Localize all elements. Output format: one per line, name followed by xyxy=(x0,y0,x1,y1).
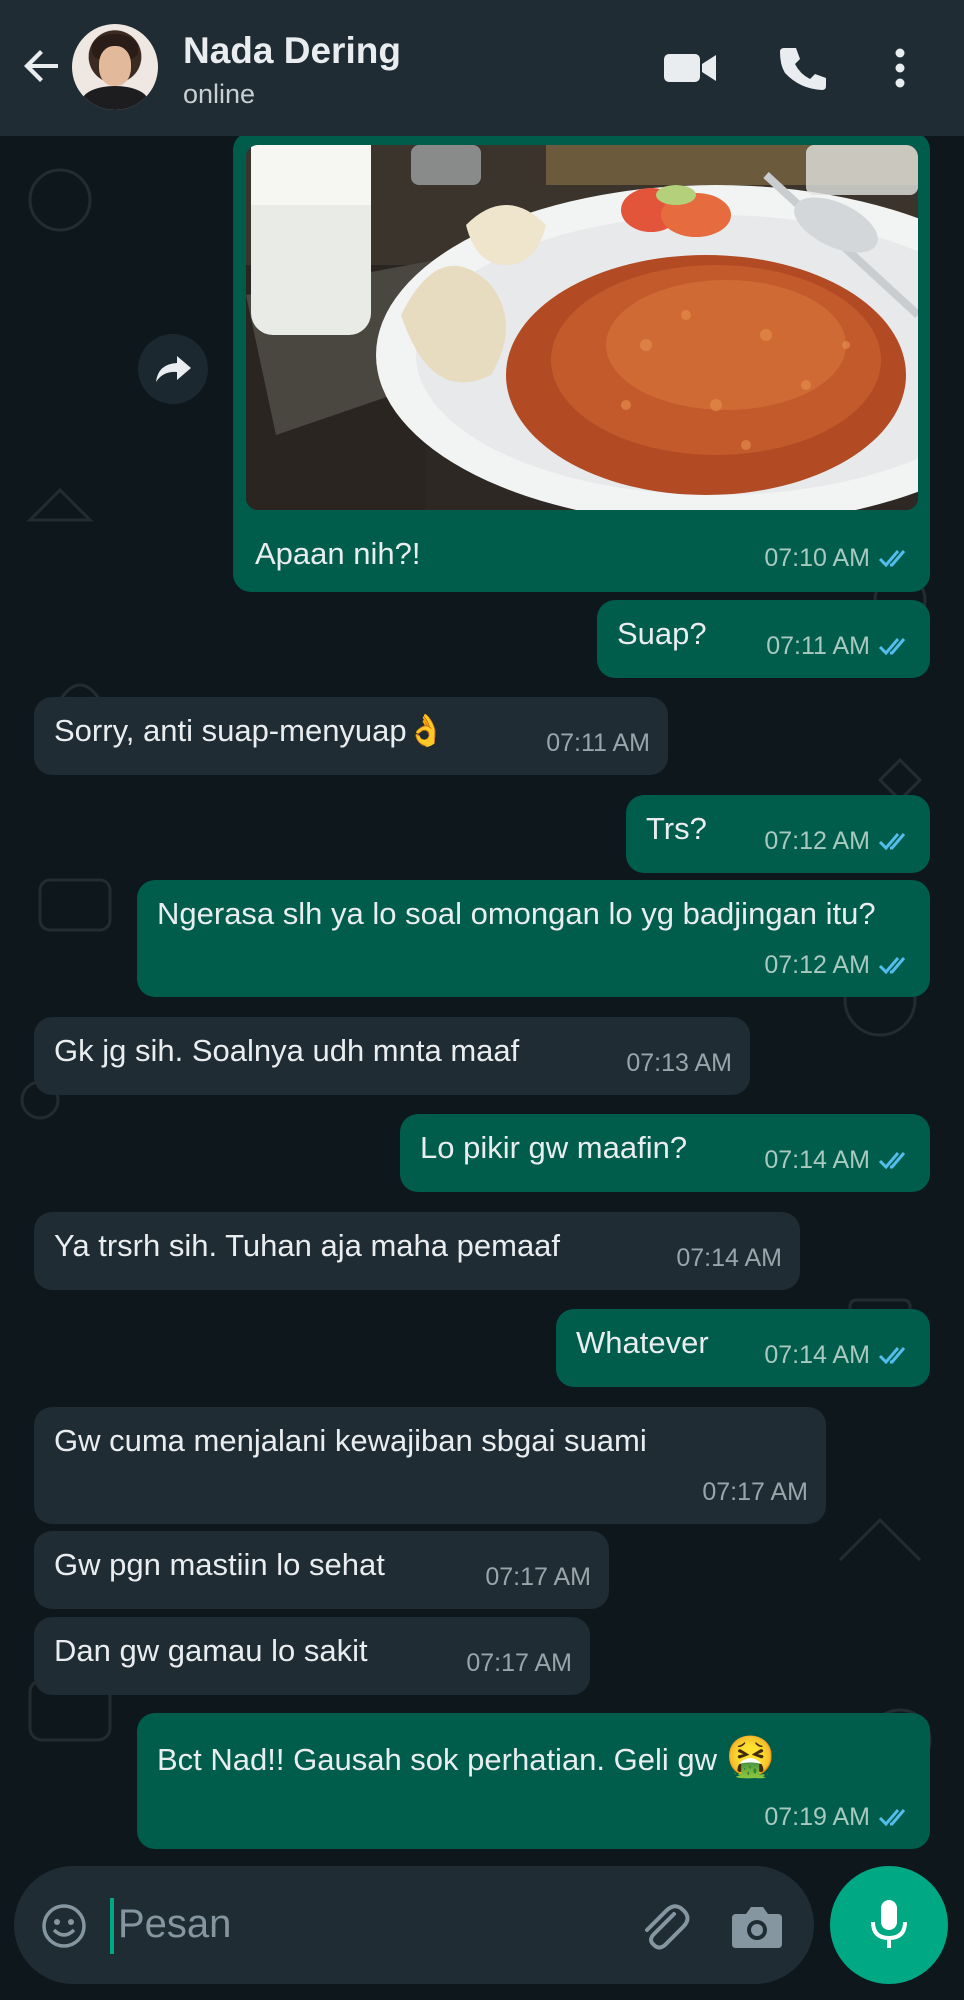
forward-icon xyxy=(156,356,191,382)
double-check-icon xyxy=(878,957,906,975)
contact-status: online xyxy=(183,79,256,109)
phone-icon[interactable] xyxy=(772,42,832,94)
message-meta: 07:11 AM xyxy=(546,723,650,763)
message-time: 07:13 AM xyxy=(626,1049,732,1077)
message-incoming[interactable]: Sorry, anti suap-menyuap👌 07:11 AM xyxy=(34,697,668,775)
text-caret xyxy=(110,1898,114,1954)
message-body: Bct Nad!! Gausah sok perhatian. Geli gw … xyxy=(157,1737,910,1780)
message-time: 07:11 AM xyxy=(766,632,870,660)
double-check-icon xyxy=(878,833,906,851)
video-call-icon[interactable] xyxy=(660,42,720,94)
message-time: 07:17 AM xyxy=(485,1563,591,1591)
double-check-icon xyxy=(878,1347,906,1365)
message-time: 07:12 AM xyxy=(764,827,870,855)
forward-button[interactable] xyxy=(138,334,208,404)
message-time: 07:17 AM xyxy=(702,1478,808,1506)
message-text: Sorry, anti suap-menyuap xyxy=(54,713,407,748)
message-time: 07:12 AM xyxy=(764,951,870,979)
double-check-icon xyxy=(878,638,906,656)
message-incoming[interactable]: Gw pgn mastiin lo sehat 07:17 AM xyxy=(34,1531,609,1609)
message-time: 07:14 AM xyxy=(764,1341,870,1369)
emoji-icon[interactable] xyxy=(40,1902,88,1950)
message-meta: 07:14 AM xyxy=(764,1335,912,1375)
message-input[interactable]: Pesan xyxy=(118,1902,231,1947)
message-incoming[interactable]: Ya trsrh sih. Tuhan aja maha pemaaf 07:1… xyxy=(34,1212,800,1290)
double-check-icon xyxy=(878,1809,906,1827)
message-time: 07:14 AM xyxy=(676,1244,782,1272)
message-time: 07:11 AM xyxy=(546,729,650,757)
double-check-icon xyxy=(878,1152,906,1170)
message-incoming[interactable]: Dan gw gamau lo sakit 07:17 AM xyxy=(34,1617,590,1695)
contact-avatar[interactable] xyxy=(72,24,158,110)
message-meta: 07:12 AM xyxy=(764,945,912,985)
mic-icon xyxy=(871,1900,907,1948)
attach-clip-icon[interactable] xyxy=(636,1898,692,1954)
back-arrow-icon[interactable] xyxy=(18,42,66,90)
message-text: Apaan nih?! xyxy=(255,536,421,571)
contact-name[interactable]: Nada Dering xyxy=(183,30,401,72)
message-meta: 07:19 AM xyxy=(764,1797,912,1837)
message-incoming[interactable]: Gk jg sih. Soalnya udh mnta maaf 07:13 A… xyxy=(34,1017,750,1095)
message-outgoing[interactable]: Lo pikir gw maafin? 07:14 AM xyxy=(400,1114,930,1192)
double-check-icon xyxy=(878,550,906,568)
voice-record-button[interactable] xyxy=(830,1866,948,1984)
more-vert-icon[interactable] xyxy=(880,42,920,94)
message-outgoing[interactable]: Ngerasa slh ya lo soal omongan lo yg bad… xyxy=(137,880,930,997)
chat-screen: Nada Dering online 07:10 AM Apaan nih?! xyxy=(0,0,964,2000)
message-outgoing[interactable]: Whatever 07:14 AM xyxy=(556,1309,930,1387)
message-meta: 07:10 AM xyxy=(764,538,912,578)
message-text: Gw cuma menjalani kewajiban sbgai suami xyxy=(54,1423,647,1458)
chat-header: Nada Dering online xyxy=(0,0,964,136)
message-meta: 07:11 AM xyxy=(766,626,912,666)
message-outgoing[interactable]: Bct Nad!! Gausah sok perhatian. Geli gw … xyxy=(137,1713,930,1849)
message-meta: 07:12 AM xyxy=(764,821,912,861)
message-meta: 07:14 AM xyxy=(764,1140,912,1180)
message-text: Ya trsrh sih. Tuhan aja maha pemaaf xyxy=(54,1228,561,1263)
message-time: 07:14 AM xyxy=(764,1146,870,1174)
ok-hand-emoji: 👌 xyxy=(406,713,446,748)
message-outgoing[interactable]: Suap? 07:11 AM xyxy=(597,600,930,678)
food-photo[interactable] xyxy=(246,145,918,510)
camera-icon[interactable] xyxy=(730,1902,784,1950)
message-incoming[interactable]: Gw cuma menjalani kewajiban sbgai suami … xyxy=(34,1407,826,1524)
message-meta: 07:17 AM xyxy=(702,1472,808,1512)
nauseated-emoji: 🤮 xyxy=(725,1735,776,1779)
message-time: 07:17 AM xyxy=(466,1649,572,1677)
message-meta: 07:13 AM xyxy=(626,1043,732,1083)
message-meta: 07:17 AM xyxy=(485,1557,591,1597)
message-composer[interactable]: Pesan xyxy=(14,1866,814,1984)
message-time: 07:10 AM xyxy=(764,544,870,572)
message-text: Bct Nad!! Gausah sok perhatian. Geli gw xyxy=(157,1742,718,1777)
message-meta: 07:17 AM xyxy=(466,1643,572,1683)
message-text: Ngerasa slh ya lo soal omongan lo yg bad… xyxy=(157,896,876,931)
message-outgoing[interactable]: Trs? 07:12 AM xyxy=(626,795,930,873)
message-time: 07:19 AM xyxy=(764,1803,870,1831)
message-meta: 07:14 AM xyxy=(676,1238,782,1278)
